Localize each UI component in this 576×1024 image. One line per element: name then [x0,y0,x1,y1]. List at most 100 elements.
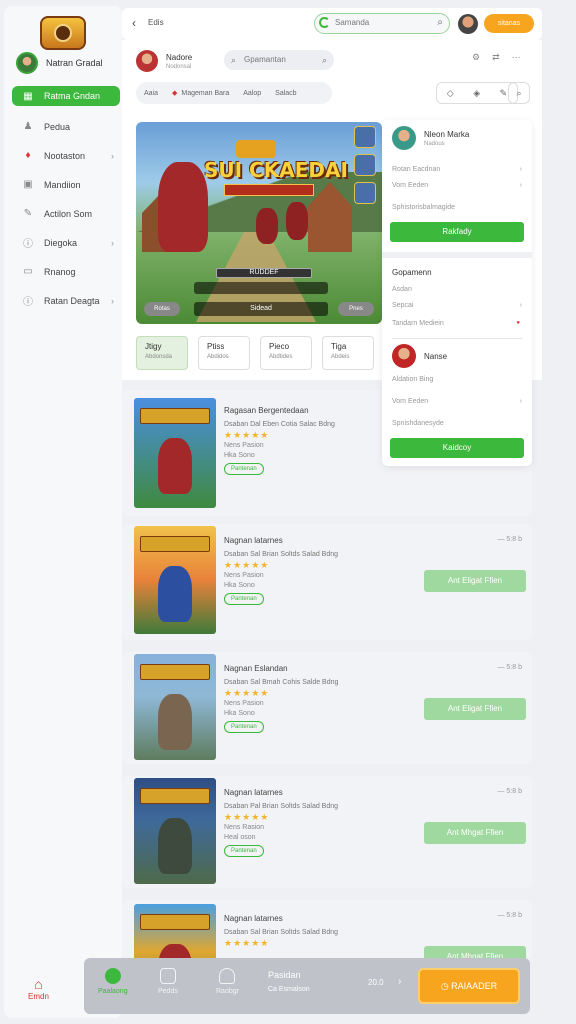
hero-enemy [256,208,278,244]
game-thumbnail[interactable] [134,398,216,508]
game-more[interactable]: — 5:8 b [497,788,522,795]
filter-chip[interactable]: Tiga Abdeis [322,336,374,370]
game-thumbnail[interactable] [134,526,216,634]
tag-icon[interactable]: ◈ [473,88,480,99]
cta-button[interactable]: ◷ RAIAADER [418,968,520,1004]
get-game-button[interactable]: Ant Mhgat Ffien [424,822,526,844]
game-sub: Nodonsal [166,63,192,70]
more-icon[interactable]: ⋯ [512,52,521,63]
user-profile[interactable]: Natran Gradal [16,52,103,74]
thumb-logo [140,408,210,424]
game-desc: Dsaban Pal Brian Soltds Salad Bdng [224,803,339,810]
divider [382,252,532,258]
panel-primary-button[interactable]: Rakfady [390,222,524,242]
gamepad-icon: ▦ [23,90,33,102]
shield-icon[interactable]: ◇ [447,88,454,99]
hero-skill-icon[interactable] [354,154,376,176]
game-card[interactable]: Nagnan Eslandan Dsaban Sal Bmah Cohis Sa… [122,652,532,764]
share-icon[interactable]: ⇄ [492,52,500,63]
panel-row[interactable]: Vom Eeden › [392,182,522,194]
game-more[interactable]: — 5:8 b [497,664,522,671]
panel-section-title: Gopamenn [392,268,432,277]
panel-secondary-button[interactable]: Kaidcoy [390,438,524,458]
toolbar: ◇ ◈ ✎ [436,82,518,104]
sidebar-item-5[interactable]: ⓘ Diegoka › [12,228,120,257]
main-search-input[interactable]: ⌕ Gpamantan ⌕ [224,50,334,70]
game-thumbnail[interactable] [134,904,216,960]
bottom-tab-0[interactable]: Paalaong [98,968,128,995]
game-card[interactable]: Nagnan latarnes Dsaban Pal Brian Soltds … [122,776,532,888]
filter-sub: Abdonsda [145,354,173,360]
sidebar-item-7[interactable]: ⓘ Ratan Deagta › [12,286,120,315]
game-meta: Nens Pasion [224,442,264,449]
bottom-tab-1[interactable]: Pedds [158,968,178,995]
top-search-input[interactable]: Samanda ⌕ [314,13,450,34]
panel-row[interactable]: Vom Eeden › [392,398,522,410]
panel-row[interactable]: Rotan Eacdnan › [392,166,522,178]
hero-skill-icon[interactable] [354,182,376,204]
chevron-right-icon: › [111,295,114,306]
top-action-button[interactable]: sitanas [484,14,534,33]
game-more[interactable]: — 5:8 b [497,536,522,543]
top-avatar[interactable] [458,14,478,34]
search-icon[interactable]: ⌕ [437,14,443,32]
sidebar-item-6[interactable]: ▭ Rnanog [12,257,120,286]
game-card[interactable]: Nagnan latarnes Dsaban Sal Brian Soltds … [122,524,532,640]
tab-1[interactable]: Mageman Bara [181,90,229,97]
hero-character [158,162,208,252]
sidebar-item-2[interactable]: ♦ Nootaston › [12,141,120,170]
bottom-info-sub: Ca Esmalson [268,986,310,993]
filter-chip[interactable]: Pieco Abdtides [260,336,312,370]
game-card[interactable]: Nagnan latarnes Dsaban Sal Brian Soltds … [122,900,532,960]
thumb-logo [140,914,210,930]
settings-icon[interactable]: ⚙ [472,52,480,63]
chevron-right-icon: › [519,166,522,173]
sidebar-item-3[interactable]: ▣ Mandiion [12,170,120,199]
game-meta: Nens Rasion [224,824,265,831]
search-submit-icon[interactable]: ⌕ [322,50,327,70]
filter-label: Tiga [331,342,347,351]
rating-stars: ★★★★★ [224,688,270,698]
game-tag[interactable]: Pantenan [224,463,264,475]
play-icon [104,968,121,984]
header-icons: ⚙ ⇄ ⋯ [472,52,521,63]
panel-profile[interactable]: Nanse [392,344,447,368]
filter-chip[interactable]: Ptiss Abdidos [198,336,250,370]
app-logo[interactable] [40,16,86,50]
sidebar-item-0[interactable]: ▦ Ratma Gndan [12,86,120,106]
get-game-button[interactable]: Ant Eligat Ffien [424,570,526,592]
game-avatar[interactable] [136,50,158,72]
sidebar-bottom-item[interactable]: ⌂ Emdn [28,976,49,1001]
hero-hud-bar [194,282,328,294]
game-tag[interactable]: Pantenan [224,721,264,733]
sidebar-item-1[interactable]: ♟ Pedua [12,112,120,141]
bottom-info: Pasidan Ca Esmalson [268,970,310,993]
panel-row[interactable]: Asdan [392,286,522,298]
panel-row[interactable]: Tandarn Mediein ● [392,320,522,332]
rating-stars: ★★★★★ [224,560,270,570]
tab-0[interactable]: Aaia [144,90,158,97]
edit-icon[interactable]: ✎ [500,88,508,99]
get-game-button[interactable]: Ant Eligat Ffien [424,698,526,720]
game-more[interactable]: — 5:8 b [497,912,522,919]
panel-profile[interactable]: Nleon Marka Nadous [392,126,469,150]
search-tool-icon[interactable]: ⌕ [508,82,530,104]
game-desc: Dsaban Sal Bmah Cohis Salde Bdng [224,679,339,686]
tab-3[interactable]: Salacb [275,90,296,97]
chevron-right-icon[interactable]: › [398,976,401,987]
hero-skill-icon[interactable] [354,126,376,148]
hero-banner[interactable]: SUI CKAEDAI RUDDEF Rotas Sidead Pnes [136,122,382,324]
panel-row[interactable]: Sepcai › [392,302,522,314]
hero-left-button[interactable]: Rotas [144,302,180,316]
clock-icon: ◷ [440,981,452,991]
sidebar-item-4[interactable]: ✎ Actilon Som [12,199,120,228]
bottom-tab-2[interactable]: Raobgr [216,968,239,995]
tab-2[interactable]: Aalop [243,90,261,97]
game-tag[interactable]: Pantenan [224,593,264,605]
game-tag[interactable]: Pantenan [224,845,264,857]
hero-right-button[interactable]: Pnes [338,302,374,316]
game-thumbnail[interactable] [134,654,216,760]
game-thumbnail[interactable] [134,778,216,884]
back-icon[interactable]: ‹ [132,16,136,30]
filter-chip[interactable]: Jtigy Abdonsda [136,336,188,370]
